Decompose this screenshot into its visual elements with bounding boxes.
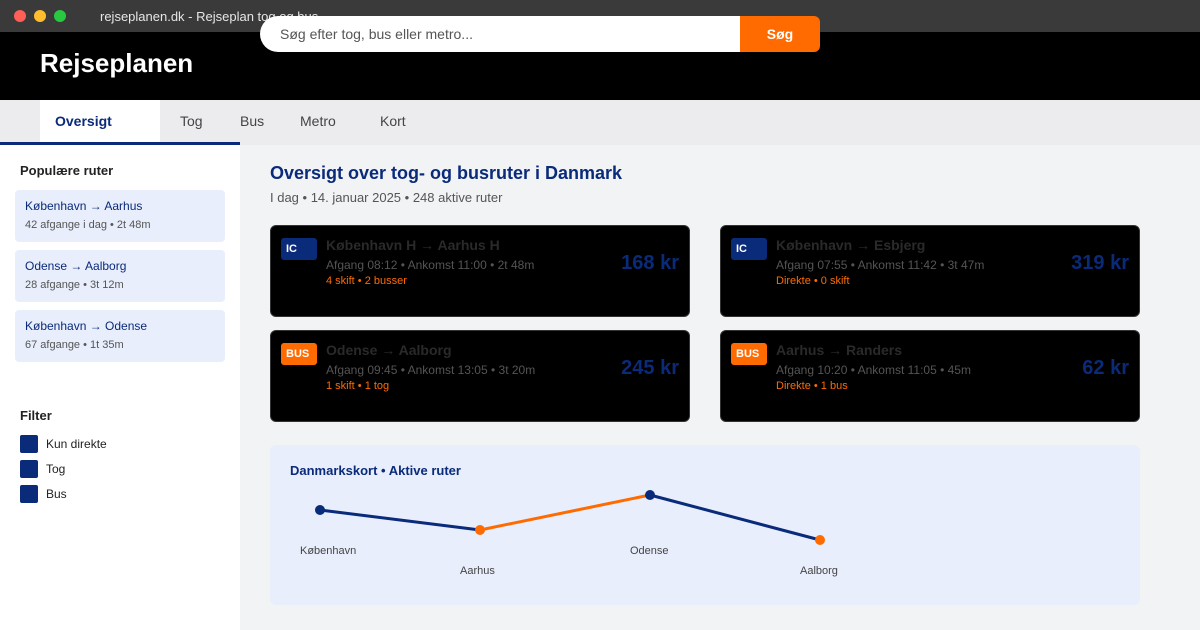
city-label: Aarhus (460, 565, 495, 577)
page-title: Oversigt over tog- og busruter i Danmark (270, 163, 623, 183)
search-bar (260, 16, 740, 52)
route-card-title: København → Esbjerg (776, 237, 926, 253)
route-map[interactable] (270, 445, 1140, 605)
city-marker[interactable] (315, 505, 325, 515)
route-card-changes: 4 skift • 2 busser (326, 275, 407, 287)
maximize-window-button[interactable] (54, 10, 66, 22)
train-type-badge: IC (281, 238, 317, 260)
popular-route-item[interactable]: Odense → Aalborg 28 afgange • 3t 12m (15, 250, 225, 302)
filter-kun-direkte[interactable]: Kun direkte (20, 435, 107, 453)
city-label: Aalborg (800, 565, 838, 577)
route-card-changes: 1 skift • 1 tog (326, 380, 390, 392)
route-title: Odense → Aalborg (25, 259, 127, 273)
page-subtitle: I dag • 14. januar 2025 • 248 aktive rut… (270, 190, 503, 205)
route-card-price: 319 kr (1071, 252, 1129, 274)
route-card-times: Afgang 09:45 • Ankomst 13:05 • 3t 20m (326, 363, 536, 377)
tab-metro[interactable]: Metro (300, 100, 336, 142)
route-card-title: Aarhus → Randers (776, 342, 903, 358)
city-marker[interactable] (645, 490, 655, 500)
route-card-times: Afgang 10:20 • Ankomst 11:05 • 45m (776, 363, 971, 377)
tab-tog[interactable]: Tog (180, 100, 203, 142)
popular-route-item[interactable]: København → Aarhus 42 afgange i dag • 2t… (15, 190, 225, 242)
city-label: Odense (630, 545, 669, 557)
site-logo[interactable]: Rejseplanen (40, 48, 193, 79)
route-card-times: Afgang 07:55 • Ankomst 11:42 • 3t 47m (776, 258, 985, 272)
route-segment (649, 493, 821, 542)
sidebar: Populære ruter København → Aarhus 42 afg… (0, 145, 240, 630)
route-card[interactable]: IC København H → Aarhus H Afgang 08:12 •… (270, 225, 690, 317)
search-button[interactable]: Søg (740, 16, 820, 52)
route-segment (479, 493, 651, 532)
filter-bus[interactable]: Bus (20, 485, 67, 503)
popular-routes-heading: Populære ruter (20, 163, 114, 178)
route-card-price: 62 kr (1082, 357, 1129, 379)
route-card-times: Afgang 08:12 • Ankomst 11:00 • 2t 48m (326, 258, 535, 272)
route-card[interactable]: BUS Aarhus → Randers Afgang 10:20 • Anko… (720, 330, 1140, 422)
city-marker[interactable] (475, 525, 485, 535)
route-details: 28 afgange • 3t 12m (25, 279, 124, 291)
popular-route-item[interactable]: København → Odense 67 afgange • 1t 35m (15, 310, 225, 362)
route-card-price: 245 kr (621, 357, 679, 379)
route-card-title: Odense → Aalborg (326, 342, 452, 358)
filter-checkbox[interactable] (20, 460, 38, 478)
route-card[interactable]: IC København → Esbjerg Afgang 07:55 • An… (720, 225, 1140, 317)
train-type-badge: IC (731, 238, 767, 260)
city-marker[interactable] (815, 535, 825, 545)
search-input[interactable] (260, 16, 740, 52)
minimize-window-button[interactable] (34, 10, 46, 22)
route-details: 42 afgange i dag • 2t 48m (25, 219, 151, 231)
tab-bus[interactable]: Bus (240, 100, 264, 142)
bus-type-badge: BUS (731, 343, 767, 365)
route-card[interactable]: BUS Odense → Aalborg Afgang 09:45 • Anko… (270, 330, 690, 422)
filter-label: Bus (46, 487, 67, 501)
filter-label: Kun direkte (46, 437, 107, 451)
filter-checkbox[interactable] (20, 435, 38, 453)
route-card-price: 168 kr (621, 252, 679, 274)
filter-label: Tog (46, 462, 66, 476)
city-label: København (300, 545, 357, 557)
filter-checkbox[interactable] (20, 485, 38, 503)
route-map-panel: Danmarkskort • Aktive ruter København Aa… (270, 445, 1140, 605)
close-window-button[interactable] (14, 10, 26, 22)
route-card-title: København H → Aarhus H (326, 237, 500, 253)
route-title: København → Aarhus (25, 199, 143, 213)
route-segment (319, 508, 481, 532)
filter-heading: Filter (20, 408, 52, 423)
tab-oversigt[interactable]: Oversigt (40, 100, 160, 142)
route-title: København → Odense (25, 319, 148, 333)
tab-kort[interactable]: Kort (380, 100, 406, 142)
route-card-changes: Direkte • 0 skift (776, 275, 850, 287)
route-details: 67 afgange • 1t 35m (25, 339, 124, 351)
filter-tog[interactable]: Tog (20, 460, 65, 478)
bus-type-badge: BUS (281, 343, 317, 365)
route-card-changes: Direkte • 1 bus (776, 380, 848, 392)
